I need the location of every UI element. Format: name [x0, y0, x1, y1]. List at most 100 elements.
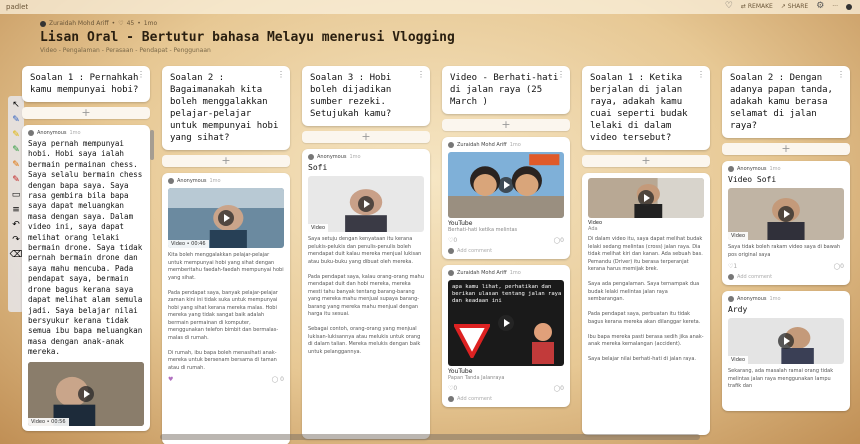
like-button[interactable]: ♡0	[448, 385, 457, 392]
more-button[interactable]: ···	[832, 3, 838, 10]
column-5: Soalan 1 : Ketika berjalan di jalan raya…	[582, 66, 710, 435]
commenter-avatar	[728, 274, 734, 280]
add-comment-field[interactable]: Add comment	[448, 248, 564, 254]
padlet-logo[interactable]: padlet	[6, 3, 28, 11]
column-heading: Soalan 2 : Dengan adanya papan tanda, ad…	[722, 66, 850, 138]
post-text: Saya setuju dengan kenyataan itu kerana …	[308, 236, 424, 355]
avatar[interactable]	[846, 3, 852, 10]
column-heading: Soalan 2 : Bagaimanakah kita boleh mengg…	[162, 66, 290, 150]
post-reactions: ♡1 ◯0	[728, 263, 844, 270]
post-reactions: ♡0 ◯0	[448, 385, 564, 392]
comment-count[interactable]: ◯0	[553, 237, 564, 244]
column-scrollbar[interactable]	[150, 130, 154, 160]
add-post-button[interactable]: +	[162, 155, 290, 167]
video-attachment[interactable]: Video • 00:46	[168, 188, 284, 248]
heart-icon[interactable]: ♥	[168, 376, 173, 383]
column-menu-icon[interactable]: ⋮	[697, 69, 705, 81]
video-attachment[interactable]: apa kamu lihat, perhatikan dan berikan u…	[448, 280, 564, 366]
play-icon[interactable]	[218, 210, 234, 226]
post-card[interactable]: Video Ada Di dalam video itu, saya dapat…	[582, 173, 710, 435]
video-attachment[interactable]	[588, 178, 704, 218]
post-text: Saya tidak boleh rakam video saya di baw…	[728, 244, 841, 258]
gear-icon[interactable]: ⚙	[816, 2, 824, 11]
author-avatar	[448, 142, 454, 148]
video-label: Video	[728, 232, 749, 240]
video-attachment[interactable]: Video	[728, 188, 844, 240]
page-title: Lisan Oral - Bertutur bahasa Melayu mene…	[40, 30, 455, 45]
remake-icon: ⇄	[740, 3, 746, 10]
add-post-button[interactable]: +	[722, 143, 850, 155]
play-icon[interactable]	[498, 177, 514, 193]
top-actions: ♡ ⇄ REMAKE ↗ SHARE ⚙ ···	[725, 2, 852, 11]
comment-count[interactable]: ◯0	[553, 385, 564, 392]
horizontal-scrollbar[interactable]	[160, 434, 700, 440]
post-subtitle: Ada	[588, 226, 598, 232]
add-post-button[interactable]: +	[442, 119, 570, 131]
play-icon[interactable]	[778, 206, 794, 222]
add-post-button[interactable]: +	[22, 107, 150, 119]
play-icon[interactable]	[358, 196, 374, 212]
anonymous-avatar	[728, 166, 734, 172]
like-button[interactable]: ♡0	[448, 237, 457, 244]
add-post-button[interactable]: +	[582, 155, 710, 167]
column-4: Video - Berhati-hati di jalan raya (25 M…	[442, 66, 570, 407]
share-button[interactable]: ↗ SHARE	[781, 3, 808, 10]
video-attachment[interactable]: Video • 00:56	[28, 361, 144, 426]
column-heading: Soalan 1 : Pernahkah kamu mempunyai hobi…	[22, 66, 150, 102]
anonymous-avatar	[728, 296, 734, 302]
add-post-button[interactable]: +	[302, 131, 430, 143]
post-text: Sekarang, ada masalah ramai orang tidak …	[728, 368, 834, 389]
column-menu-icon[interactable]: ⋮	[837, 69, 845, 81]
post-meta: Anonymous 1mo	[168, 178, 284, 184]
video-attachment[interactable]: Video	[728, 318, 844, 364]
like-count: 45	[126, 20, 135, 27]
commenter-avatar	[448, 248, 454, 254]
post-card[interactable]: Zuraidah Mohd Ariff 1mo apa kamu lihat, …	[442, 265, 570, 407]
post-card[interactable]: Anonymous 1mo Saya pernah mempunyai hobi…	[22, 125, 150, 431]
column-menu-icon[interactable]: ⋮	[557, 69, 565, 81]
add-comment-field[interactable]: Add comment	[448, 396, 564, 402]
column-menu-icon[interactable]: ⋮	[417, 69, 425, 81]
column-2: Soalan 2 : Bagaimanakah kita boleh mengg…	[162, 66, 290, 444]
column-heading: Soalan 3 : Hobi boleh dijadikan sumber r…	[302, 66, 430, 126]
like-button[interactable]: ♡1	[728, 263, 737, 270]
comment-count[interactable]: ◯ 0	[272, 376, 284, 383]
author-name: Zuraidah Mohd Ariff	[49, 20, 109, 27]
post-card[interactable]: Anonymous 1mo Video Sofi Video Saya tida…	[722, 161, 850, 285]
post-title: Ardy	[728, 305, 748, 314]
columns-area: Soalan 1 : Pernahkah kamu mempunyai hobi…	[0, 66, 860, 444]
column-6: Soalan 2 : Dengan adanya papan tanda, ad…	[722, 66, 850, 411]
column-3: Soalan 3 : Hobi boleh dijadikan sumber r…	[302, 66, 430, 439]
play-icon[interactable]	[78, 385, 94, 402]
video-attachment[interactable]: Video	[308, 176, 424, 232]
post-card[interactable]: Anonymous 1mo Ardy Video Sekarang, ada m…	[722, 291, 850, 411]
video-label: Video	[728, 356, 749, 364]
board-background: padlet ♡ ⇄ REMAKE ↗ SHARE ⚙ ··· Zuraidah…	[0, 0, 860, 444]
play-icon[interactable]	[498, 315, 514, 331]
heart-icon[interactable]: ♡	[725, 2, 733, 11]
post-meta: Zuraidah Mohd Ariff 1mo	[448, 270, 564, 276]
post-reactions: ♡0 ◯0	[448, 237, 564, 244]
author-line: Zuraidah Mohd Ariff • ♡ 45 • 1mo	[40, 20, 455, 27]
video-attachment[interactable]	[448, 152, 564, 218]
commenter-avatar	[448, 396, 454, 402]
post-card[interactable]: Anonymous 1mo Video • 00:46 Kita boleh m…	[162, 173, 290, 444]
play-icon[interactable]	[778, 333, 794, 349]
source-label: YouTube	[448, 220, 473, 227]
column-heading: Video - Berhati-hati di jalan raya (25 M…	[442, 66, 570, 114]
post-card[interactable]: Zuraidah Mohd Ariff 1mo YouTube Berhati-…	[442, 137, 570, 259]
comment-count[interactable]: ◯0	[833, 263, 844, 270]
post-text: Kita boleh menggalakkan pelajar-pelajar …	[168, 252, 284, 371]
author-avatar	[40, 20, 46, 27]
column-menu-icon[interactable]: ⋮	[277, 69, 285, 81]
column-menu-icon[interactable]: ⋮	[137, 69, 145, 81]
post-card[interactable]: Anonymous 1mo Sofi Video Saya setuju den…	[302, 149, 430, 439]
play-icon[interactable]	[638, 190, 654, 206]
board-header: Zuraidah Mohd Ariff • ♡ 45 • 1mo Lisan O…	[40, 20, 455, 54]
add-comment-field[interactable]: Add comment	[728, 274, 844, 280]
video-duration: Video • 00:56	[28, 417, 69, 426]
video-caption: Berhati-hati ketika melintas	[448, 227, 518, 233]
source-label: YouTube	[448, 368, 473, 375]
remake-button[interactable]: ⇄ REMAKE	[741, 3, 773, 10]
anonymous-avatar	[168, 178, 174, 184]
